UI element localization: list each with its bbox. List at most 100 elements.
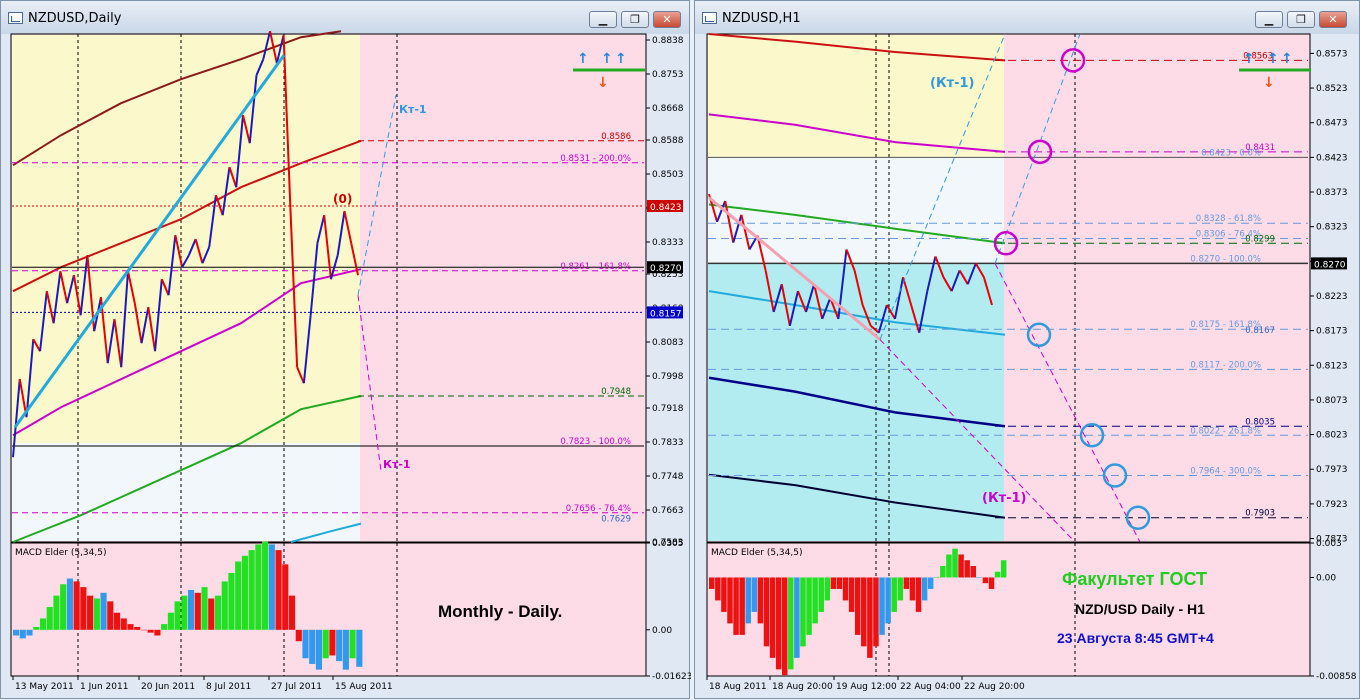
macd-y-tick-label: 0.0305 [652,539,684,549]
y-axis-tick-label: 0.8373 [1316,188,1348,198]
macd-bar [775,577,782,670]
y-axis-tick-label: 0.8123 [1316,361,1348,371]
macd-bar [46,607,53,630]
macd-bar [940,565,946,578]
macd-bar [282,564,289,630]
macd-bar [255,544,262,630]
macd-bar [100,592,107,630]
macd-bar [194,592,201,630]
up-arrow-icon: ↑ [577,51,589,67]
macd-bar [1000,560,1007,578]
price-zone [12,35,360,443]
y-axis-tick-label: 0.8573 [1316,49,1348,59]
y-axis-tick-label: 0.7748 [652,472,684,482]
wave-annotation: (Кт-1) [930,76,974,91]
macd-bar [19,629,26,639]
macd-bar [818,577,824,612]
y-axis-tick-label: 0.8223 [1316,292,1348,302]
macd-y-tick-label: 0.00 [1316,573,1336,583]
level-label: 0.8022 - 261.8% [1190,426,1261,436]
macd-bar [848,577,855,612]
wave-annotation: Кт-1 [383,458,411,471]
macd-bar [721,577,727,612]
macd-bar [188,589,195,630]
x-axis-tick-label: 27 Jul 2011 [271,682,322,692]
price-zone [708,35,1004,157]
x-axis-tick-label: 22 Aug 20:00 [964,682,1025,692]
x-axis-tick-label: 18 Aug 20:00 [772,682,833,692]
level-label: 0.7656 - 76.4% [566,504,631,514]
macd-bar [897,577,904,601]
x-axis-tick-label: 15 Aug 2011 [335,682,393,692]
macd-bar [733,577,739,635]
x-axis-tick-label: 20 Jun 2011 [141,682,195,692]
macd-bar [275,550,282,630]
macd-bar [349,629,356,659]
daily-chart-window[interactable]: NZDUSD,Daily ▁ ❐ ✕ 0.8838 0.8753 0.8668 0.8… [0,0,691,700]
macd-bar [970,565,976,578]
macd-bar [982,577,989,584]
macd-bar [739,577,745,635]
overlay-title: Monthly - Daily. [438,602,562,621]
price-zone [12,443,360,541]
overlay-caption: 23 Августа 8:45 GMT+4 [1057,630,1214,646]
down-arrow-icon: ↓ [1263,75,1275,91]
macd-bar [903,577,910,589]
h1-chart-canvas[interactable]: 0.8573 0.8523 0.8473 0.8423 0.8373 0.8323 0.82… [695,1,1360,700]
wave-annotation: (Кт-1) [982,491,1026,506]
macd-bar [867,577,873,658]
macd-bar [235,561,242,630]
macd-bar [854,577,861,635]
macd-bar [107,601,114,630]
macd-bar [885,577,891,624]
macd-y-tick-label: -0.01623 [652,672,691,682]
y-axis-tick-label: 0.8173 [1316,327,1348,337]
macd-bar [356,629,363,667]
y-axis-tick-label: 0.7973 [1316,465,1348,475]
macd-bar [26,629,33,636]
y-axis-tick-label: 0.8423 [1316,153,1348,163]
macd-bar [53,595,60,630]
daily-chart-canvas[interactable]: 0.88380.87530.86680.85880.85030.84180.83… [1,1,691,700]
macd-bar [66,578,73,630]
macd-bar [329,629,336,656]
level-label: 0.8270 - 100.0% [1190,254,1261,264]
y-axis-tick-label: 0.8333 [652,238,684,248]
y-axis-tick-label: 0.7998 [652,372,684,382]
macd-bar [181,595,188,630]
y-axis-tick-label: 0.8073 [1316,396,1348,406]
macd-bar [268,544,275,630]
macd-bar [921,577,928,601]
y-axis-tick-label: 0.8523 [1316,84,1348,94]
macd-bar [788,577,794,670]
macd-bar [915,577,922,612]
wave-annotation: (0) [333,192,352,206]
wave-annotation: Кт-1 [399,103,427,116]
macd-bar [763,577,770,647]
y-axis-tick-label: 0.8753 [652,70,684,80]
level-label: 0.7948 [601,387,631,397]
x-axis-tick-label: 13 May 2011 [15,682,74,692]
price-tag: 0.8270 [1314,260,1346,270]
macd-bar [87,595,94,630]
level-label: 0.8531 - 200.0% [560,154,631,164]
macd-bar [781,577,788,676]
macd-bar [201,587,208,630]
macd-y-tick-label: 0.003 [1316,539,1342,549]
h1-chart-window[interactable]: NZDUSD,H1 ▁ ❐ ✕ 0.8573 0.8523 0.8473 0.8423… [694,0,1360,699]
y-axis-tick-label: 0.7663 [652,506,684,516]
y-axis-tick-label: 0.8838 [652,36,684,46]
macd-bar [295,629,302,642]
macd-bar [161,624,168,630]
y-axis-tick-label: 0.8503 [652,170,684,180]
macd-bar [842,577,849,601]
macd-bar [33,626,40,630]
macd-bar [93,598,100,630]
macd-bar [174,601,181,630]
macd-bar [934,577,940,578]
up-arrow-icon: ↑ [615,51,627,67]
x-axis-tick-label: 8 Jul 2011 [206,682,251,692]
macd-y-tick-label: -0.00858 [1316,672,1357,682]
up-arrow-icon: ↑ [1267,51,1279,67]
y-axis-tick-label: 0.7918 [652,404,684,414]
